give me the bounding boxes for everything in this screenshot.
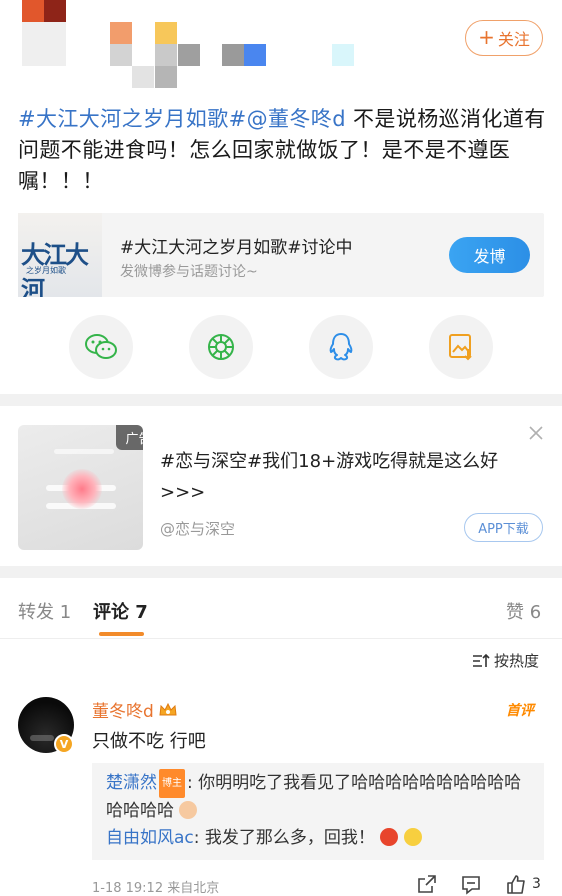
post-body: #大江大河之岁月如歌#@董冬咚d 不是说杨巡消化道有问题不能进食吗！怎么回家就做… [18, 104, 546, 197]
reply-item[interactable]: 楚潇然 博主: 你明明吃了我看见了哈哈哈哈哈哈哈哈哈哈哈哈哈哈 [106, 769, 531, 825]
blogger-tag: 博主 [159, 769, 185, 798]
reply-author[interactable]: 楚潇然 [106, 773, 157, 793]
thumb-decoration [54, 449, 114, 454]
topic-card-title: #大江大河之岁月如歌#讨论中 [120, 238, 353, 258]
comment-icon[interactable] [460, 873, 482, 895]
topic-thumbnail: 大江大河 之岁月如歌 [18, 213, 102, 297]
topic-card-subtitle: 发微博参与话题讨论~ [120, 264, 258, 280]
comment-meta: 1-18 19:12 来自北京 [92, 877, 219, 896]
topic-card[interactable]: 大江大河 之岁月如歌 #大江大河之岁月如歌#讨论中 发微博参与话题讨论~ 发博 [18, 213, 544, 297]
crown-icon [159, 702, 177, 715]
save-image-icon [449, 334, 472, 361]
close-icon[interactable] [527, 424, 545, 442]
moments-icon [208, 334, 234, 360]
topic-link[interactable]: #大江大河之岁月如歌# [18, 107, 247, 131]
like-icon[interactable] [505, 873, 527, 895]
crying-emoji-icon [403, 828, 422, 846]
verified-badge: V [54, 734, 74, 754]
share-qq-button[interactable] [309, 315, 373, 379]
tab-repost[interactable]: 转发 1 [18, 598, 71, 624]
sort-icon [473, 653, 490, 667]
comment-author-name: 董冬咚d [92, 702, 154, 722]
ad-source[interactable]: @恋与深空 [160, 518, 235, 539]
mention-link[interactable]: @董冬咚d [247, 107, 346, 131]
post-header: + 关注 [0, 0, 562, 92]
reply-item[interactable]: 自由如风ac: 我发了那么多，回我！ [106, 825, 531, 852]
thumb-logo-subtext: 之岁月如歌 [26, 266, 66, 275]
share-icon[interactable] [416, 873, 438, 895]
cat-emoji-icon [179, 801, 198, 819]
wechat-icon [85, 334, 117, 359]
app-download-button[interactable]: APP下载 [464, 513, 543, 542]
reply-box[interactable]: 楚潇然 博主: 你明明吃了我看见了哈哈哈哈哈哈哈哈哈哈哈哈哈哈 自由如风ac: 我… [92, 763, 544, 860]
ad-thumbnail[interactable]: 广告 [18, 425, 143, 550]
reply-author[interactable]: 自由如风ac [106, 828, 194, 848]
share-moments-button[interactable] [189, 315, 253, 379]
follow-button[interactable]: + 关注 [465, 20, 543, 56]
plus-icon: + [478, 25, 495, 49]
active-tab-indicator [99, 632, 144, 636]
post-weibo-button[interactable]: 发博 [449, 237, 530, 273]
first-comment-badge: 首评 [506, 703, 534, 719]
follow-label: 关注 [497, 30, 530, 49]
ad-text[interactable]: #恋与深空#我们18+游戏吃得就是这么好>>> [160, 446, 525, 508]
comment-time: 1-18 19:12 [92, 881, 164, 896]
comment-author[interactable]: 董冬咚d [92, 697, 178, 722]
avatar-detail [30, 735, 54, 741]
tab-divider [0, 638, 562, 639]
tab-likes[interactable]: 赞 6 [506, 598, 541, 624]
qq-icon [329, 333, 353, 361]
comment-location: 来自北京 [167, 881, 220, 896]
sort-by-hot-button[interactable]: 按热度 [472, 650, 539, 671]
save-image-button[interactable] [429, 315, 493, 379]
ad-label: 广告 [116, 425, 143, 450]
comment-text: 只做不吃 行吧 [92, 731, 206, 752]
reply-text: : 我发了那么多，回我！ [193, 828, 375, 848]
sort-label: 按热度 [494, 652, 540, 670]
tab-comments[interactable]: 评论 7 [93, 598, 148, 624]
section-divider [0, 394, 562, 406]
angry-emoji-icon [380, 828, 399, 846]
thumb-decoration [62, 469, 102, 509]
like-count: 3 [532, 876, 541, 892]
share-wechat-button[interactable] [69, 315, 133, 379]
section-divider [0, 566, 562, 578]
